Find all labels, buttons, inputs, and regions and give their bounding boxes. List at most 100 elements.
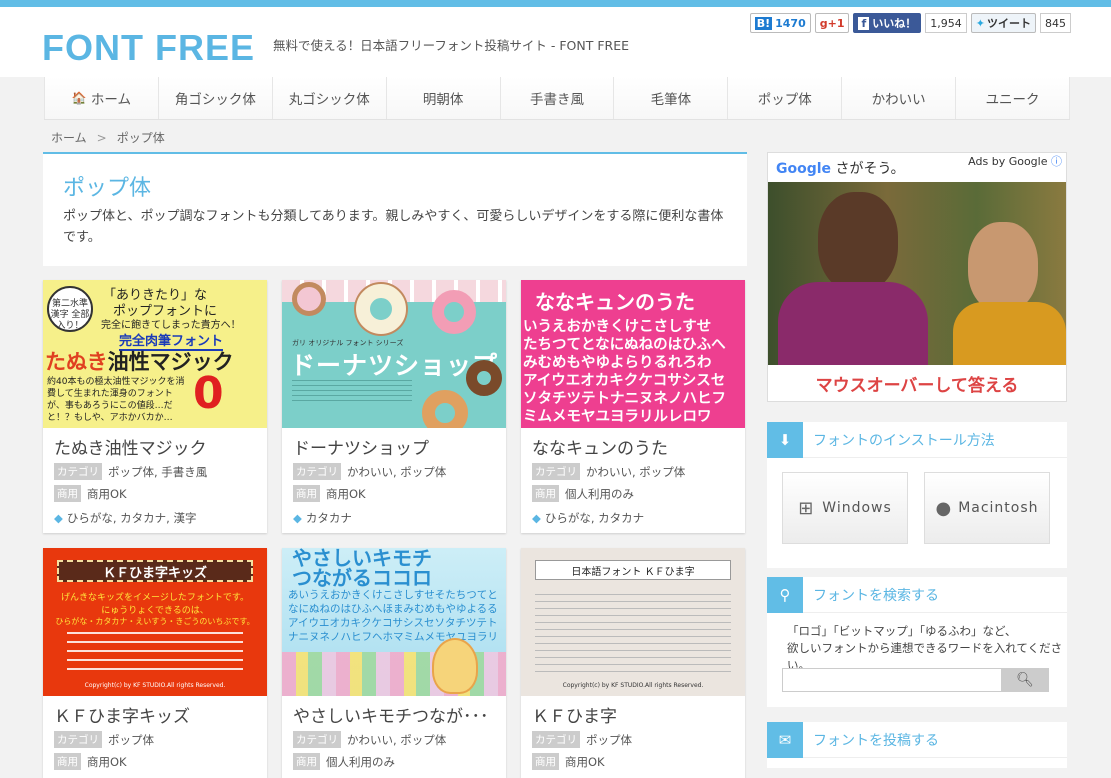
license-tag: 商用 <box>54 753 81 770</box>
nav-item-pop[interactable]: ポップ体 <box>727 77 842 119</box>
thumb-text: にゅうりょくできるのは、 <box>101 606 209 616</box>
keywords-text[interactable]: ひらがな, カタカナ <box>545 511 644 525</box>
font-card[interactable]: 日本語フォント ＫＦひま字 Copyright(c) by KF STUDIO.… <box>521 548 745 778</box>
license-tag: 商用 <box>293 753 320 770</box>
category-description: ポップ体と、ポップ調なフォントも分類してあります。親しみやすく、可愛らしいデザイ… <box>63 209 724 245</box>
thumb-text: ミムメモヤユヨラリルレロワ <box>523 409 712 425</box>
widget-title: ⬇ フォントのインストール方法 <box>767 421 1067 458</box>
search-desc-line: 「ロゴ」「ビットマップ」「ゆるふわ」など、 <box>787 624 1017 638</box>
nav-item-home[interactable]: 🏠 ホーム <box>44 77 158 119</box>
ads-by-google[interactable]: Ads by Google ⓘ <box>968 153 1062 169</box>
thumb-sample: いうえおかきくけこさしすせ たちつてとなにぬねのはひふへ みむめもやゆよらりるれ… <box>523 318 726 426</box>
font-card[interactable]: ななキュンのうた いうえおかきくけこさしすせ たちつてとなにぬねのはひふへ みむ… <box>521 280 745 533</box>
person-jacket <box>953 302 1066 365</box>
font-category[interactable]: かわいい, ポップ体 <box>347 464 446 480</box>
thumb-fine-print: 約40本もの極太油性マジックを消費して生まれた渾身のフォントが、事もあろうにこの… <box>47 377 185 423</box>
ad-cta[interactable]: マウスオーバーして答える <box>768 365 1066 401</box>
font-card[interactable]: 第二水準漢字 全部入り！ 「ありきたり」な ポップフォントに 完全に飽きてしまっ… <box>43 280 267 533</box>
nav-item-brush[interactable]: 毛筆体 <box>613 77 728 119</box>
person-face <box>968 222 1038 312</box>
site-logo[interactable]: FONT FREE <box>42 27 255 69</box>
font-license-row: 商用 個人利用のみ <box>293 753 506 770</box>
font-card[interactable]: ガリ オリジナル フォント シリーズ ドーナツショップ ドーナツショップ カテゴ… <box>282 280 506 533</box>
thumb-text: Copyright(c) by KF STUDIO.All rights Res… <box>84 682 226 689</box>
tweet-button[interactable]: ✦ ツイート <box>970 13 1036 33</box>
font-thumbnail[interactable]: やさしいキモチ つながるココロ あいうえおかきくけこさしすせそたちつてと なにぬ… <box>282 548 506 696</box>
font-category[interactable]: ポップ体 <box>108 732 154 748</box>
breadcrumb: ホーム > ポップ体 <box>51 129 165 146</box>
font-thumbnail[interactable]: 第二水準漢字 全部入り！ 「ありきたり」な ポップフォントに 完全に飽きてしまっ… <box>43 280 267 428</box>
page-title: ポップ体 <box>63 176 152 201</box>
font-card[interactable]: やさしいキモチ つながるココロ あいうえおかきくけこさしすせそたちつてと なにぬ… <box>282 548 506 778</box>
font-title[interactable]: ななキュンのうた <box>532 434 745 458</box>
magnifier-icon: 🔍︎ <box>1016 672 1034 688</box>
ad-search-text: さがそう。 <box>835 161 905 177</box>
post-title: フォントを投稿する <box>813 732 939 749</box>
font-card[interactable]: ＫＦひま字キッズ げんきなキッズをイメージしたフォントです。 にゅうりょくできる… <box>43 548 267 778</box>
nav-item-kaku-gothic[interactable]: 角ゴシック体 <box>157 77 272 119</box>
macintosh-button[interactable]: ● Macintosh <box>924 472 1050 544</box>
font-license-row: 商用 商用OK <box>532 753 745 770</box>
breadcrumb-home[interactable]: ホーム <box>51 131 87 145</box>
nav-item-mincho[interactable]: 明朝体 <box>385 77 500 119</box>
thumb-text: 完全に飽きてしまった貴方へ！ <box>101 320 241 331</box>
facebook-like-label: いいね！ <box>872 17 917 30</box>
font-license: 個人利用のみ <box>565 486 634 501</box>
site-header: FONT FREE 無料で使える！日本語フリーフォント投稿サイト - FONT … <box>0 7 1111 77</box>
search-input[interactable] <box>782 668 1002 692</box>
google-ad[interactable]: Google さがそう。 Ads by Google ⓘ マウスオーバーして答え… <box>767 152 1067 402</box>
windows-button[interactable]: ⊞ Windows <box>782 472 908 544</box>
google-search-ad-label: Google さがそう。 <box>776 158 905 178</box>
thumb-text: あいうえおかきくけこさしすせそたちつてと <box>288 589 498 601</box>
donut-icon <box>356 284 406 334</box>
install-title: フォントのインストール方法 <box>813 432 995 449</box>
keywords-text[interactable]: ひらがな, カタカナ, 漢字 <box>67 511 197 525</box>
search-widget: ⚲ フォントを検索する 「ロゴ」「ビットマップ」「ゆるふわ」など、 欲しいフォント… <box>767 576 1067 707</box>
font-title[interactable]: たぬき油性マジック <box>54 434 267 458</box>
install-widget: ⬇ フォントのインストール方法 ⊞ Windows ● Macintosh <box>767 421 1067 568</box>
windows-icon: ⊞ <box>798 497 815 519</box>
font-thumbnail[interactable]: 日本語フォント ＫＦひま字 Copyright(c) by KF STUDIO.… <box>521 548 745 696</box>
font-category[interactable]: ポップ体, 手書き風 <box>108 464 207 480</box>
font-title[interactable]: ドーナツショップ <box>293 434 506 458</box>
font-license: 商用OK <box>87 486 127 501</box>
category-tag: カテゴリ <box>532 731 580 748</box>
nav-item-maru-gothic[interactable]: 丸ゴシック体 <box>271 77 386 119</box>
nav-item-unique[interactable]: ユニーク <box>955 77 1071 119</box>
facebook-icon: f <box>858 16 870 30</box>
search-submit-button[interactable]: 🔍︎ <box>1001 668 1049 692</box>
tweet-label: ツイート <box>987 17 1031 30</box>
tweet-count: 845 <box>1040 13 1071 33</box>
font-thumbnail[interactable]: ガリ オリジナル フォント シリーズ ドーナツショップ <box>282 280 506 428</box>
google-plus-button[interactable]: g+1 <box>814 13 850 33</box>
facebook-like-button[interactable]: f いいね！ <box>853 13 922 33</box>
font-thumbnail[interactable]: ＫＦひま字キッズ げんきなキッズをイメージしたフォントです。 にゅうりょくできる… <box>43 548 267 696</box>
info-icon: ⓘ <box>1051 155 1062 168</box>
font-category-row: カテゴリ かわいい, ポップ体 <box>293 731 506 748</box>
hatena-icon: B! <box>754 16 773 30</box>
font-thumbnail[interactable]: ななキュンのうた いうえおかきくけこさしすせ たちつてとなにぬねのはひふへ みむ… <box>521 280 745 428</box>
thumb-text: なにぬねのはひふへほまみむめもやゆよるる <box>288 603 498 615</box>
nav-item-kawaii[interactable]: かわいい <box>841 77 956 119</box>
font-keywords: ◆ ひらがな, カタカナ <box>532 510 745 526</box>
nav-item-handwriting[interactable]: 手書き風 <box>499 77 614 119</box>
donut-icon <box>292 282 326 316</box>
font-title[interactable]: ＫＦひま字キッズ <box>54 702 267 726</box>
donut-icon <box>422 390 468 428</box>
ad-photo[interactable] <box>768 182 1066 365</box>
tag-icon: ◆ <box>54 511 63 525</box>
keywords-text[interactable]: カタカナ <box>306 511 352 525</box>
font-title[interactable]: ＫＦひま字 <box>532 702 745 726</box>
font-category-row: カテゴリ かわいい, ポップ体 <box>293 463 506 480</box>
font-category[interactable]: ポップ体 <box>586 732 632 748</box>
social-buttons: B! 1470 g+1 f いいね！ 1,954 ✦ ツイート 845 <box>749 13 1071 33</box>
thumb-text-accent: たぬき <box>45 350 108 374</box>
font-title[interactable]: やさしいキモチつなが･･･ <box>293 702 506 726</box>
font-category[interactable]: かわいい, ポップ体 <box>347 732 446 748</box>
mail-icon: ✉ <box>767 721 803 758</box>
hatena-bookmark-button[interactable]: B! 1470 <box>749 13 811 33</box>
thumb-sample-lines <box>535 588 731 678</box>
widget-title[interactable]: ✉ フォントを投稿する <box>767 721 1067 758</box>
font-category-row: カテゴリ かわいい, ポップ体 <box>532 463 745 480</box>
font-category[interactable]: かわいい, ポップ体 <box>586 464 685 480</box>
